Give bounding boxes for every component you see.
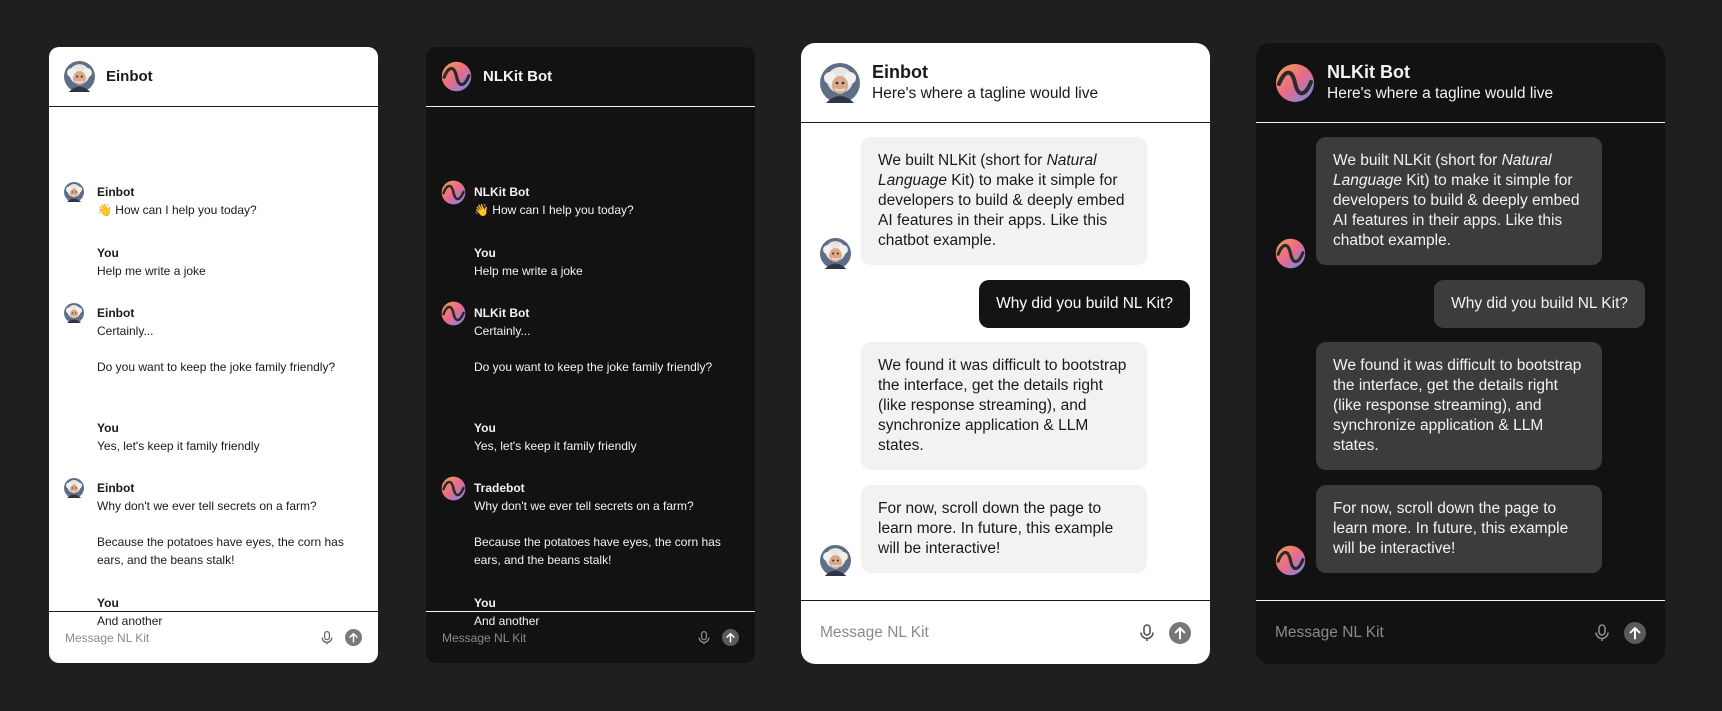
composer: Message NL Kit	[1256, 600, 1665, 664]
einbot-avatar	[820, 545, 851, 576]
send-arrow-icon[interactable]	[1169, 622, 1191, 644]
nlkit-logo-avatar	[441, 476, 466, 501]
message-text: We found it was difficult to bootstrap t…	[878, 357, 1127, 454]
bot-name: Einbot	[872, 61, 928, 82]
message-text: Yes, let's keep it family friendly	[97, 439, 260, 453]
message-text: 👋 How can I help you today?	[97, 203, 257, 217]
message-text: 👋 How can I help you today?	[474, 203, 634, 217]
mic-icon[interactable]	[1137, 623, 1157, 643]
nlkit-logo-avatar	[441, 61, 472, 92]
chat-header: NLKit Bot Here's where a tagline would l…	[1256, 43, 1665, 123]
chat-card-nlkit-bubbles: NLKit Bot Here's where a tagline would l…	[1256, 43, 1665, 664]
bot-message-bubble: For now, scroll down the page to learn m…	[861, 485, 1147, 573]
message: Einbot 👋 How can I help you today?	[97, 183, 358, 219]
message: You Yes, let's keep it family friendly	[474, 419, 735, 455]
einbot-avatar	[64, 61, 95, 92]
sender-name: You	[97, 596, 119, 610]
einbot-avatar	[820, 238, 851, 269]
user-message-bubble: Why did you build NL Kit?	[1434, 280, 1645, 328]
sender-name: Tradebot	[474, 481, 525, 495]
einbot-avatar	[64, 478, 84, 498]
chat-card-nlkit-compact: NLKit Bot NLKit Bot 👋 How can I help you…	[426, 47, 755, 663]
message: You Yes, let's keep it family friendly	[97, 419, 358, 455]
sender-name: Einbot	[97, 185, 135, 199]
message-text: Because the potatoes have eyes, the corn…	[474, 535, 721, 567]
tagline: Here's where a tagline would live	[1327, 84, 1554, 102]
message: NLKit Bot Certainly... Do you want to ke…	[474, 304, 735, 376]
user-message-bubble: Why did you build NL Kit?	[979, 280, 1190, 328]
message: Einbot Why don't we ever tell secrets on…	[97, 479, 358, 569]
sender-name: You	[474, 596, 496, 610]
nlkit-logo-avatar	[1275, 63, 1315, 103]
send-arrow-icon[interactable]	[722, 629, 739, 646]
message-text: For now, scroll down the page to learn m…	[1333, 500, 1569, 557]
composer: Message NL Kit	[49, 611, 378, 663]
message-text: Help me write a joke	[474, 264, 583, 278]
message: You Help me write a joke	[97, 244, 358, 280]
bot-name: Einbot	[106, 68, 153, 85]
composer: Message NL Kit	[426, 611, 755, 663]
nlkit-logo-avatar	[441, 180, 466, 205]
chat-header: NLKit Bot	[426, 47, 755, 107]
bot-name: NLKit Bot	[483, 68, 553, 85]
message-text: Because the potatoes have eyes, the corn…	[97, 535, 344, 567]
sender-name: Einbot	[97, 306, 135, 320]
chat-header: Einbot	[49, 47, 378, 107]
message-input[interactable]: Message NL Kit	[820, 624, 1137, 642]
message-text: Help me write a joke	[97, 264, 206, 278]
sender-name: Einbot	[97, 481, 135, 495]
message-input[interactable]: Message NL Kit	[65, 631, 319, 645]
mic-icon[interactable]	[1592, 623, 1612, 643]
bot-message-bubble: We built NLKit (short for Natural Langua…	[1316, 137, 1602, 265]
sender-name: You	[474, 246, 496, 260]
einbot-avatar	[820, 63, 860, 103]
bot-message-bubble: We found it was difficult to bootstrap t…	[1316, 342, 1602, 470]
mic-icon[interactable]	[696, 630, 712, 646]
message-text: Certainly...	[474, 324, 531, 338]
nlkit-logo-avatar	[441, 301, 466, 326]
message: Tradebot Why don't we ever tell secrets …	[474, 479, 735, 569]
sender-name: NLKit Bot	[474, 185, 530, 199]
message-text: Certainly...	[97, 324, 154, 338]
message: You Help me write a joke	[474, 244, 735, 280]
message-text: We found it was difficult to bootstrap t…	[1333, 357, 1582, 454]
bot-name: NLKit Bot	[1327, 61, 1410, 82]
bot-message-bubble: We found it was difficult to bootstrap t…	[861, 342, 1147, 470]
sender-name: You	[97, 421, 119, 435]
chat-card-einbot-compact: Einbot Einbot 👋 How can I help you today…	[49, 47, 378, 663]
message-input[interactable]: Message NL Kit	[442, 631, 696, 645]
message-text: We built NLKit (short for	[1333, 152, 1502, 169]
message-text: Why did you build NL Kit?	[996, 295, 1173, 312]
message-text: For now, scroll down the page to learn m…	[878, 500, 1114, 557]
sender-name: You	[97, 246, 119, 260]
bot-message-bubble: We built NLKit (short for Natural Langua…	[861, 137, 1147, 265]
message-input[interactable]: Message NL Kit	[1275, 624, 1592, 642]
sender-name: NLKit Bot	[474, 306, 530, 320]
message: Einbot Certainly... Do you want to keep …	[97, 304, 358, 376]
message: NLKit Bot 👋 How can I help you today?	[474, 183, 735, 219]
message-text: Do you want to keep the joke family frie…	[474, 360, 713, 374]
mic-icon[interactable]	[319, 630, 335, 646]
message-text: Why did you build NL Kit?	[1451, 295, 1628, 312]
nlkit-logo-avatar	[1275, 238, 1306, 269]
chat-header: Einbot Here's where a tagline would live	[801, 43, 1210, 123]
message-text: Why don't we ever tell secrets on a farm…	[97, 499, 317, 513]
message-text: Why don't we ever tell secrets on a farm…	[474, 499, 694, 513]
composer: Message NL Kit	[801, 600, 1210, 664]
send-arrow-icon[interactable]	[345, 629, 362, 646]
message-text: Do you want to keep the joke family frie…	[97, 360, 336, 374]
chat-card-einbot-bubbles: Einbot Here's where a tagline would live…	[801, 43, 1210, 664]
einbot-avatar	[64, 182, 84, 202]
bot-message-bubble: For now, scroll down the page to learn m…	[1316, 485, 1602, 573]
einbot-avatar	[64, 303, 84, 323]
send-arrow-icon[interactable]	[1624, 622, 1646, 644]
message-text: We built NLKit (short for	[878, 152, 1047, 169]
message-text: Yes, let's keep it family friendly	[474, 439, 637, 453]
sender-name: You	[474, 421, 496, 435]
tagline: Here's where a tagline would live	[872, 84, 1099, 102]
nlkit-logo-avatar	[1275, 545, 1306, 576]
